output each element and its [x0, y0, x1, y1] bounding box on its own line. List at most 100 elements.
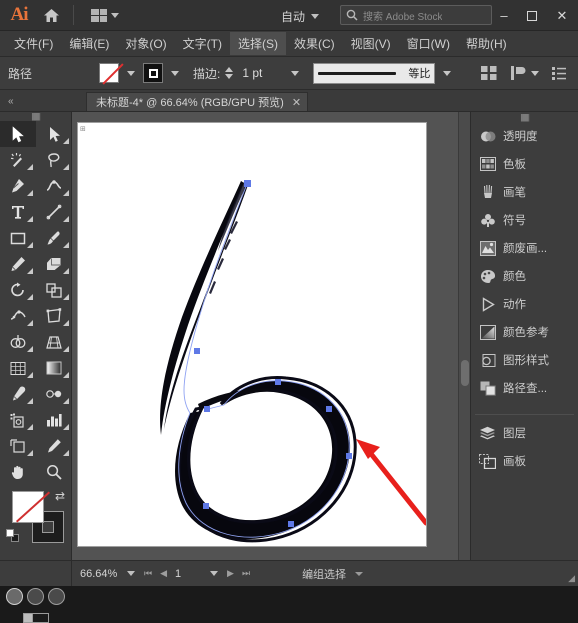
eraser-tool[interactable]: [36, 251, 72, 277]
menu-select[interactable]: 选择(S): [229, 32, 286, 55]
panel-item-symbols[interactable]: 符号: [471, 206, 578, 234]
toolbox-drag-handle[interactable]: ||||||||: [0, 112, 71, 121]
document-tab[interactable]: 未标题-4* @ 66.64% (RGB/GPU 预览) ✕: [86, 92, 309, 111]
arrange-documents-icon[interactable]: [87, 7, 123, 24]
swap-fill-stroke-icon[interactable]: ⇄: [55, 489, 65, 503]
change-screen-mode-icon[interactable]: [22, 613, 49, 623]
minimize-button[interactable]: –: [490, 0, 518, 31]
scale-tool[interactable]: [36, 277, 72, 303]
home-icon[interactable]: [34, 0, 68, 31]
panel-item-swatches[interactable]: 色板: [471, 150, 578, 178]
magic-wand-tool[interactable]: [0, 147, 36, 173]
curvature-tool[interactable]: [36, 173, 72, 199]
direct-selection-tool[interactable]: [36, 121, 72, 147]
default-fill-stroke-icon[interactable]: [6, 529, 19, 542]
fill-none-swatch[interactable]: [12, 491, 44, 523]
panel-label: 颜废画...: [503, 243, 548, 255]
first-artboard-icon[interactable]: ⏮: [144, 568, 152, 579]
more-options-icon[interactable]: [550, 64, 568, 82]
fill-swatch-dropdown[interactable]: [124, 63, 138, 83]
status-dropdown-icon[interactable]: [355, 571, 364, 576]
menu-edit[interactable]: 编辑(E): [61, 32, 117, 55]
resize-grip-icon[interactable]: ◢: [568, 573, 575, 584]
width-tool[interactable]: [0, 303, 36, 329]
align-icon[interactable]: [480, 64, 498, 82]
variable-width-profile[interactable]: 等比: [313, 62, 436, 84]
mesh-tool[interactable]: [0, 355, 36, 381]
panel-item-transparency[interactable]: 透明度: [471, 122, 578, 150]
symbol-sprayer-tool[interactable]: [0, 407, 36, 433]
artboard-tool[interactable]: [0, 433, 36, 459]
blend-tool[interactable]: [36, 381, 72, 407]
canvas-area[interactable]: ⊞: [72, 112, 470, 560]
scrollbar-thumb[interactable]: [461, 360, 469, 386]
column-graph-tool[interactable]: [36, 407, 72, 433]
profile-dropdown[interactable]: [440, 63, 454, 83]
panel-item-image-trace[interactable]: 颜废画...: [471, 234, 578, 262]
maximize-button[interactable]: [518, 0, 546, 31]
auto-dropdown[interactable]: 自动: [275, 6, 325, 27]
menu-view[interactable]: 视图(V): [343, 32, 399, 55]
menu-object[interactable]: 对象(O): [117, 32, 174, 55]
line-segment-tool[interactable]: [36, 199, 72, 225]
panel-item-layers[interactable]: 图层: [471, 419, 578, 447]
right-panel-drag-handle[interactable]: ||||||||: [471, 112, 578, 122]
stroke-color-swatch[interactable]: [143, 63, 164, 83]
slice-tool[interactable]: [36, 433, 72, 459]
chevron-down-icon[interactable]: [531, 70, 539, 76]
eyedropper-tool[interactable]: [0, 381, 36, 407]
rotate-tool[interactable]: [0, 277, 36, 303]
menu-window[interactable]: 窗口(W): [399, 32, 458, 55]
panel-item-color-guide[interactable]: 颜色参考: [471, 318, 578, 346]
zoom-tool[interactable]: [36, 459, 72, 485]
image-trace-icon: [479, 240, 496, 257]
collapse-panel-chevrons-icon[interactable]: «: [8, 96, 28, 111]
stroke-weight-stepper[interactable]: [225, 67, 234, 79]
menu-file[interactable]: 文件(F): [6, 32, 61, 55]
panel-item-pathfinder[interactable]: 路径查...: [471, 374, 578, 402]
artboard-number-input[interactable]: 1: [167, 568, 201, 580]
panel-item-color[interactable]: 颜色: [471, 262, 578, 290]
panel-item-brushes[interactable]: 画笔: [471, 178, 578, 206]
close-button[interactable]: ✕: [546, 0, 578, 31]
stroke-swatch-dropdown[interactable]: [168, 63, 182, 83]
artwork-svg: [160, 180, 429, 543]
prev-artboard-icon[interactable]: ◀: [160, 568, 167, 579]
shape-builder-tool[interactable]: [0, 329, 36, 355]
selection-tool[interactable]: [0, 121, 36, 147]
artboard-dropdown-chevron-icon[interactable]: [210, 571, 219, 576]
free-transform-tool[interactable]: [36, 303, 72, 329]
pen-tool[interactable]: [0, 173, 36, 199]
perspective-grid-tool[interactable]: [36, 329, 72, 355]
menu-help[interactable]: 帮助(H): [458, 32, 515, 55]
last-artboard-icon[interactable]: ⏭: [242, 568, 250, 579]
zoom-dropdown-chevron-icon[interactable]: [127, 571, 135, 576]
shaper-pencil-tool[interactable]: [0, 251, 36, 277]
stroke-weight-input[interactable]: 1 pt: [239, 63, 284, 83]
panel-item-actions[interactable]: 动作: [471, 290, 578, 318]
rectangle-tool[interactable]: [0, 225, 36, 251]
status-indicator-text: 编组选择: [302, 568, 347, 581]
menu-effect[interactable]: 效果(C): [286, 32, 343, 55]
transform-icon[interactable]: [509, 64, 527, 82]
stroke-weight-dropdown[interactable]: [288, 63, 302, 83]
lasso-tool[interactable]: [36, 147, 72, 173]
right-panel-dock: |||||||| 透明度 色板 画笔 符号 颜废画... 颜色 动作 颜色参考 …: [470, 112, 578, 560]
fill-color-swatch[interactable]: [99, 63, 120, 83]
hand-tool[interactable]: [0, 459, 36, 485]
next-artboard-icon[interactable]: ▶: [227, 568, 234, 579]
type-tool[interactable]: [0, 199, 36, 225]
draw-normal-button[interactable]: [6, 588, 23, 605]
draw-behind-button[interactable]: [27, 588, 44, 605]
panel-item-artboards[interactable]: 画板: [471, 447, 578, 475]
search-input[interactable]: 搜索 Adobe Stock: [340, 5, 492, 25]
paintbrush-tool[interactable]: [36, 225, 72, 251]
menu-type[interactable]: 文字(T): [175, 32, 230, 55]
draw-inside-button[interactable]: [48, 588, 65, 605]
vertical-scrollbar[interactable]: [458, 112, 470, 560]
zoom-level-input[interactable]: 66.64%: [72, 568, 118, 580]
close-icon[interactable]: ✕: [292, 96, 301, 109]
panel-item-graphic-styles[interactable]: 图形样式: [471, 346, 578, 374]
artboard[interactable]: ⊞: [77, 122, 429, 547]
gradient-tool[interactable]: [36, 355, 72, 381]
